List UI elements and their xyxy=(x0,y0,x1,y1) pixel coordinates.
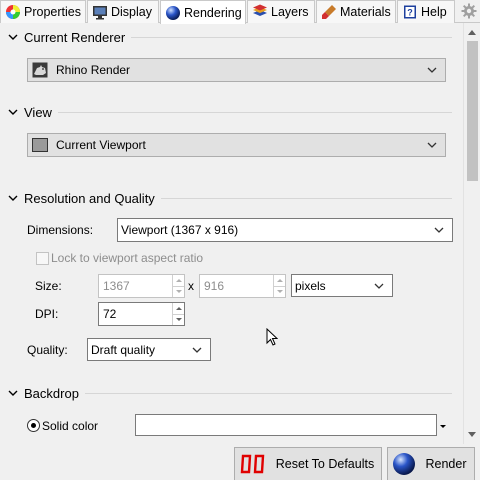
quality-select[interactable]: Draft quality xyxy=(87,338,211,361)
scroll-down-arrow-icon[interactable] xyxy=(468,432,476,437)
color-dropdown-arrow-icon[interactable] xyxy=(440,425,446,428)
section-divider xyxy=(57,111,452,113)
tab-materials-label: Materials xyxy=(340,5,391,19)
display-monitor-icon xyxy=(93,6,107,20)
section-header-current-renderer[interactable]: Current Renderer xyxy=(0,26,458,48)
renderer-select[interactable]: Rhino Render xyxy=(27,58,446,82)
tab-display[interactable]: Display xyxy=(87,0,159,23)
chevron-down-icon xyxy=(427,142,437,148)
collapse-chevron-icon[interactable] xyxy=(8,107,18,117)
spinner-up-button[interactable] xyxy=(274,275,285,286)
dpi-spinner[interactable]: 72 xyxy=(98,302,185,326)
view-select[interactable]: Current Viewport xyxy=(27,133,446,157)
scroll-up-arrow-icon[interactable] xyxy=(468,30,476,35)
tab-help[interactable]: ? Help xyxy=(397,0,455,23)
collapse-chevron-icon[interactable] xyxy=(8,193,18,203)
dimensions-label: Dimensions: xyxy=(27,223,94,237)
section-header-view[interactable]: View xyxy=(0,101,458,123)
reset-digits-icon xyxy=(240,454,265,474)
mouse-cursor-icon xyxy=(266,328,278,346)
render-sphere-icon xyxy=(393,453,415,475)
quality-label: Quality: xyxy=(27,343,68,357)
dpi-label: DPI: xyxy=(35,307,59,321)
reset-button-label: Reset To Defaults xyxy=(275,457,375,471)
width-spinner[interactable]: 1367 xyxy=(98,274,185,298)
viewport-icon xyxy=(32,138,48,152)
reset-to-defaults-button[interactable]: Reset To Defaults xyxy=(234,447,382,480)
section-title: Backdrop xyxy=(24,385,79,401)
section-header-backdrop[interactable]: Backdrop xyxy=(0,382,458,404)
collapse-chevron-icon[interactable] xyxy=(8,388,18,398)
rendering-settings-panel: Current Renderer Rhino Render View Curre… xyxy=(0,23,480,444)
units-select[interactable]: pixels xyxy=(291,274,393,297)
spinner-up-button[interactable] xyxy=(173,303,184,314)
panel-scrollbar[interactable] xyxy=(463,23,480,444)
tab-help-label: Help xyxy=(421,5,447,19)
tab-layers-label: Layers xyxy=(271,5,309,19)
tab-properties[interactable]: Properties xyxy=(0,0,86,23)
tab-rendering[interactable]: Rendering xyxy=(160,0,246,24)
spinner-down-button[interactable] xyxy=(274,285,285,298)
view-select-value: Current Viewport xyxy=(56,138,146,152)
render-button[interactable]: Render xyxy=(387,447,475,480)
collapse-chevron-icon[interactable] xyxy=(8,32,18,42)
section-title: Resolution and Quality xyxy=(24,190,155,206)
tab-layers[interactable]: Layers xyxy=(247,0,315,23)
chevron-down-icon xyxy=(427,67,437,73)
section-title: Current Renderer xyxy=(24,29,126,45)
height-spinner[interactable]: 916 xyxy=(199,274,286,298)
svg-text:?: ? xyxy=(407,8,413,18)
section-header-resolution-quality[interactable]: Resolution and Quality xyxy=(0,187,458,209)
quality-select-value: Draft quality xyxy=(91,342,156,357)
tab-rendering-label: Rendering xyxy=(184,5,242,20)
solid-color-label: Solid color xyxy=(42,419,99,433)
layers-icon xyxy=(253,4,267,16)
section-divider xyxy=(160,197,452,199)
help-book-icon: ? xyxy=(404,5,416,19)
renderer-select-value: Rhino Render xyxy=(56,63,131,77)
chevron-down-icon xyxy=(192,347,202,353)
section-divider xyxy=(131,36,452,38)
chevron-down-icon xyxy=(434,227,444,233)
dimensions-select[interactable]: Viewport (1367 x 916) xyxy=(117,218,453,242)
size-times-label: x xyxy=(188,279,194,293)
backdrop-color-swatch[interactable] xyxy=(135,414,437,436)
tab-materials[interactable]: Materials xyxy=(316,0,396,23)
rhino-renderer-icon xyxy=(32,62,48,78)
tab-display-label: Display xyxy=(111,5,152,19)
rendering-sphere-icon xyxy=(166,5,180,20)
materials-brush-icon xyxy=(322,5,336,19)
width-value: 1367 xyxy=(103,279,130,293)
properties-color-wheel-icon xyxy=(6,5,20,19)
panel-tab-bar: Properties Display Rendering Layers Mate… xyxy=(0,0,480,24)
spinner-down-button[interactable] xyxy=(173,313,184,326)
lock-aspect-label: Lock to viewport aspect ratio xyxy=(51,251,204,265)
render-button-label: Render xyxy=(425,457,467,471)
height-value: 916 xyxy=(204,279,225,293)
spinner-down-button[interactable] xyxy=(173,285,184,298)
dpi-value: 72 xyxy=(103,307,117,321)
spinner-up-button[interactable] xyxy=(173,275,184,286)
size-label: Size: xyxy=(35,279,62,293)
scrollbar-thumb[interactable] xyxy=(467,41,478,181)
dimensions-select-value: Viewport (1367 x 916) xyxy=(121,223,239,237)
section-title: View xyxy=(24,104,52,120)
tab-properties-label: Properties xyxy=(24,5,81,19)
chevron-down-icon xyxy=(374,283,384,289)
solid-color-radio[interactable] xyxy=(27,419,40,432)
gear-icon[interactable] xyxy=(461,3,477,19)
units-select-value: pixels xyxy=(295,278,326,293)
lock-aspect-checkbox[interactable] xyxy=(36,252,49,265)
section-divider xyxy=(84,392,452,394)
